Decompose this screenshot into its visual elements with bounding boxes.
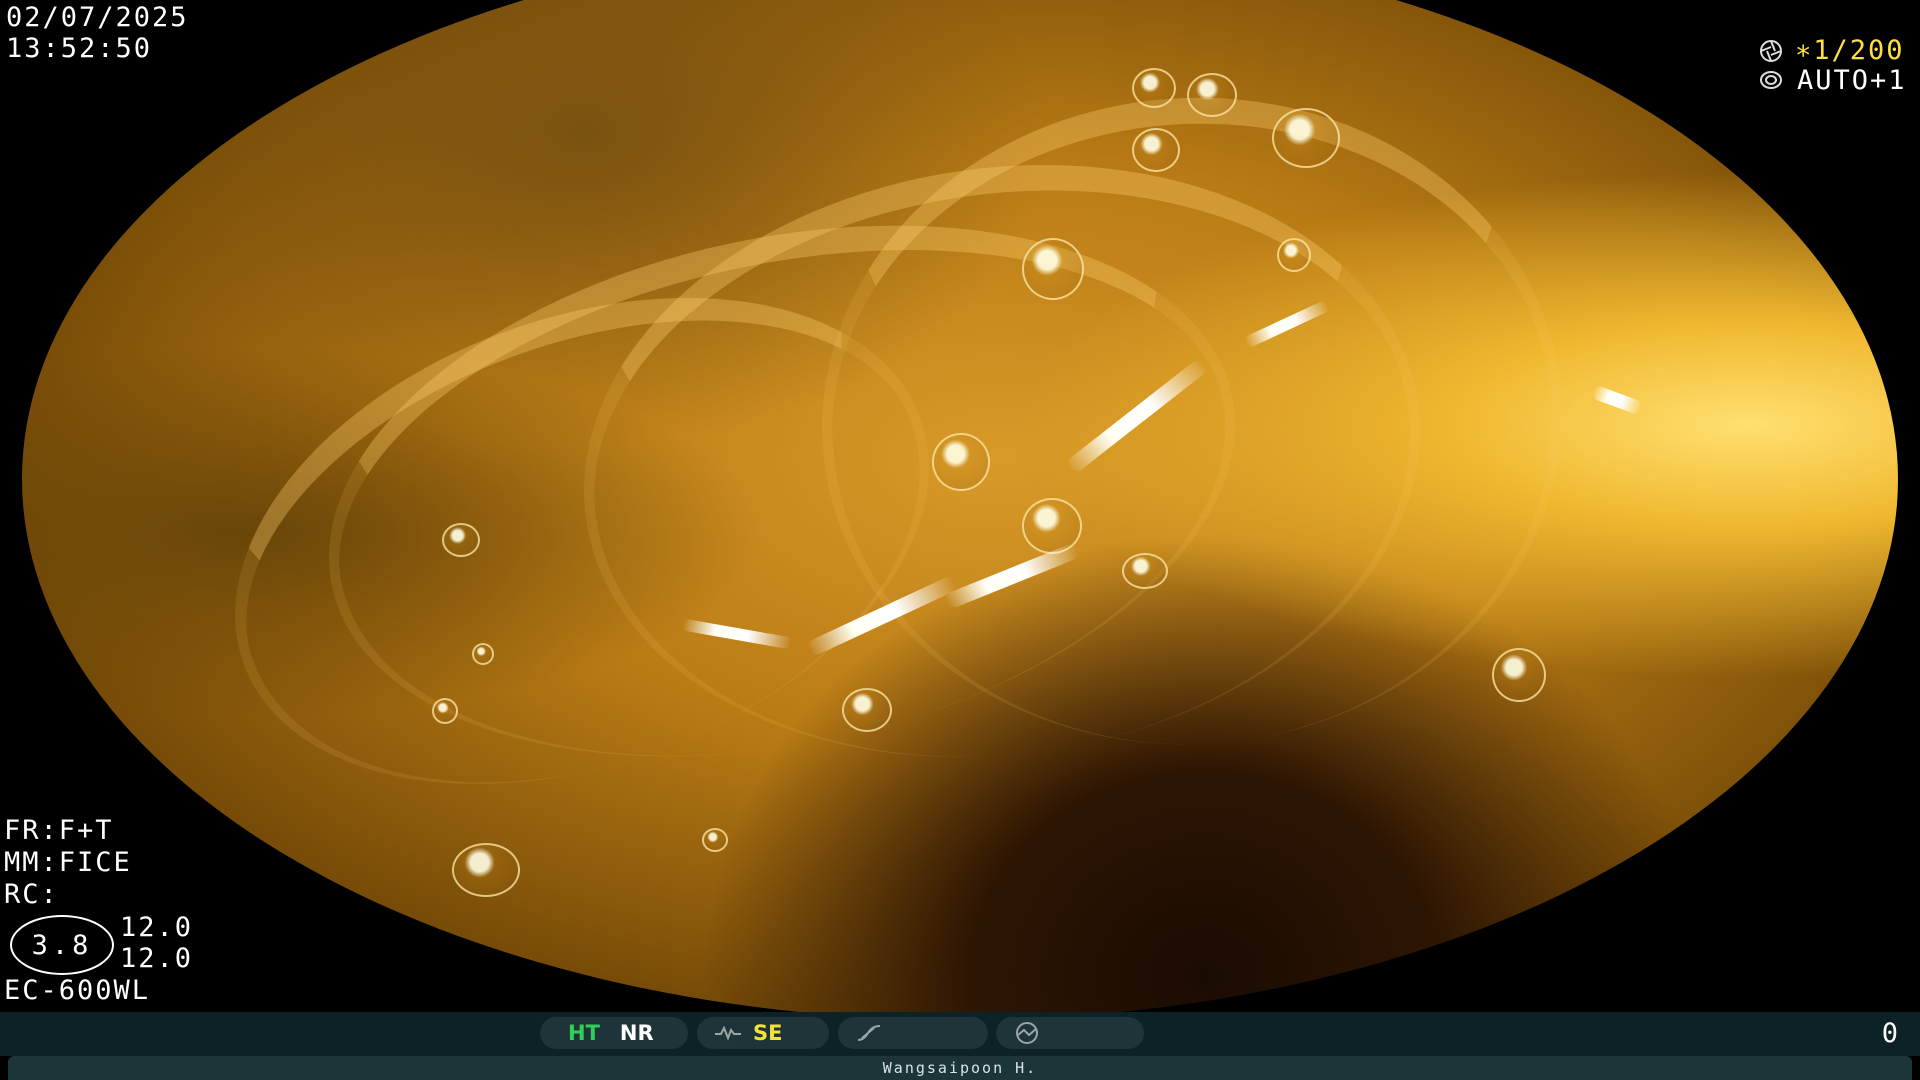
date-label: 02/07/2025 xyxy=(6,2,189,33)
ht-indicator[interactable]: HT xyxy=(568,1021,600,1045)
rc-setting: RC: xyxy=(4,879,59,910)
iris-mode: AUTO+1 xyxy=(1797,65,1907,96)
operator-bar: Wangsaipoon H. xyxy=(8,1056,1912,1080)
value-bottom: 12.0 xyxy=(120,943,194,974)
iris-icon xyxy=(1760,71,1782,89)
color-pill[interactable] xyxy=(838,1017,988,1049)
value-top: 12.0 xyxy=(120,912,194,943)
operator-name: Wangsaipoon H. xyxy=(882,1059,1038,1077)
endoscopy-screen: 02/07/2025 13:52:50 ∗1/200 AUTO+1 FR:F+T… xyxy=(0,0,1920,1080)
image-counter: 0 xyxy=(1881,1018,1898,1049)
scope-model: EC-600WL xyxy=(4,975,151,1006)
color-icon xyxy=(857,1025,881,1041)
ht-nr-pill[interactable]: HT NR xyxy=(540,1017,688,1049)
rc-circle-value: 3.8 xyxy=(10,915,114,975)
dial-pill[interactable] xyxy=(996,1017,1144,1049)
nr-indicator[interactable]: NR xyxy=(620,1021,654,1045)
structure-icon xyxy=(715,1025,741,1041)
shutter-speed: ∗1/200 xyxy=(1795,35,1905,66)
se-pill[interactable]: SE xyxy=(697,1017,829,1049)
shutter-icon xyxy=(1760,40,1782,62)
mm-setting: MM:FICE xyxy=(4,847,132,878)
status-bar: HT NR SE xyxy=(0,1012,1920,1056)
endoscope-view xyxy=(22,0,1898,1020)
time-label: 13:52:50 xyxy=(6,33,153,64)
se-indicator[interactable]: SE xyxy=(753,1021,782,1045)
fr-setting: FR:F+T xyxy=(4,815,114,846)
shutter-speed-value: ∗1/200 xyxy=(1795,35,1905,66)
dial-icon xyxy=(1016,1022,1038,1044)
